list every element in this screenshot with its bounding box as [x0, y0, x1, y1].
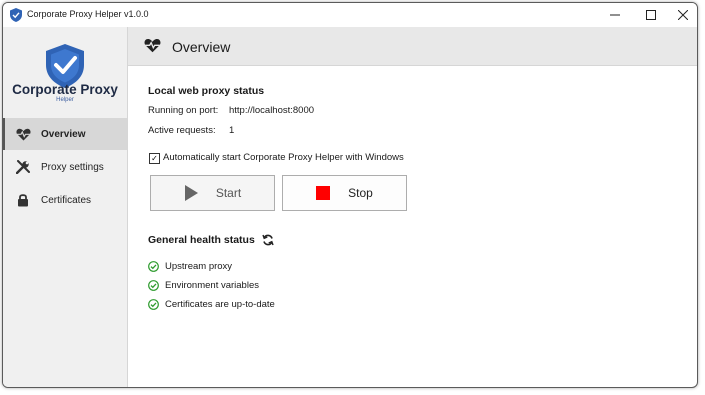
port-value: http://localhost:8000 — [229, 105, 315, 116]
heartbeat-icon — [15, 126, 31, 142]
sidebar-item-proxy-settings[interactable]: Proxy settings — [3, 151, 127, 183]
sidebar-item-label: Proxy settings — [41, 161, 104, 173]
close-icon — [678, 10, 688, 20]
page-title: Overview — [172, 39, 231, 55]
health-item-label: Certificates are up-to-date — [165, 299, 275, 310]
play-icon — [184, 185, 198, 201]
health-item-label: Upstream proxy — [165, 261, 233, 272]
start-button[interactable]: Start — [150, 175, 275, 211]
page-header: Overview — [128, 27, 697, 66]
health-item: Certificates are up-to-date — [148, 299, 275, 310]
lock-icon — [15, 192, 31, 208]
sidebar: Corporate Proxy Helper Overview Proxy se… — [3, 27, 128, 387]
heartbeat-icon — [144, 38, 161, 58]
stop-icon — [316, 186, 331, 200]
brand-name: Corporate Proxy — [12, 82, 118, 97]
requests-value: 1 — [229, 125, 235, 136]
stop-button[interactable]: Stop — [282, 175, 407, 211]
main-content: Local web proxy status Running on port: … — [128, 66, 697, 387]
check-circle-icon — [148, 280, 159, 291]
brand-subtitle: Helper — [56, 97, 74, 103]
minimize-icon — [610, 14, 620, 16]
sidebar-item-certificates[interactable]: Certificates — [3, 184, 127, 216]
sidebar-item-overview[interactable]: Overview — [3, 118, 127, 150]
start-button-label: Start — [215, 186, 242, 200]
maximize-icon — [646, 10, 656, 20]
minimize-button[interactable] — [599, 3, 631, 27]
autostart-label: Automatically start Corporate Proxy Help… — [163, 152, 404, 163]
health-item: Upstream proxy — [148, 261, 232, 272]
tools-icon — [15, 159, 31, 175]
sidebar-item-label: Overview — [41, 128, 86, 140]
autostart-checkbox[interactable]: ✓ — [149, 153, 160, 164]
stop-button-label: Stop — [348, 186, 373, 200]
health-heading-row: General health status — [148, 234, 274, 246]
health-item: Environment variables — [148, 280, 259, 291]
port-label: Running on port: — [148, 105, 219, 116]
health-heading: General health status — [148, 234, 255, 246]
shield-icon — [10, 8, 22, 22]
proxy-status-heading: Local web proxy status — [148, 85, 265, 97]
active-indicator — [3, 118, 5, 150]
refresh-icon[interactable] — [262, 234, 274, 246]
requests-label: Active requests: — [148, 125, 216, 136]
check-circle-icon — [148, 299, 159, 310]
check-circle-icon — [148, 261, 159, 272]
title-bar: Corporate Proxy Helper v1.0.0 — [3, 3, 697, 27]
app-window: Corporate Proxy Helper v1.0.0 Corporate … — [2, 2, 698, 388]
health-item-label: Environment variables — [165, 280, 259, 291]
maximize-button[interactable] — [635, 3, 667, 27]
close-button[interactable] — [667, 3, 697, 27]
window-title: Corporate Proxy Helper v1.0.0 — [27, 9, 149, 19]
sidebar-item-label: Certificates — [41, 194, 92, 206]
